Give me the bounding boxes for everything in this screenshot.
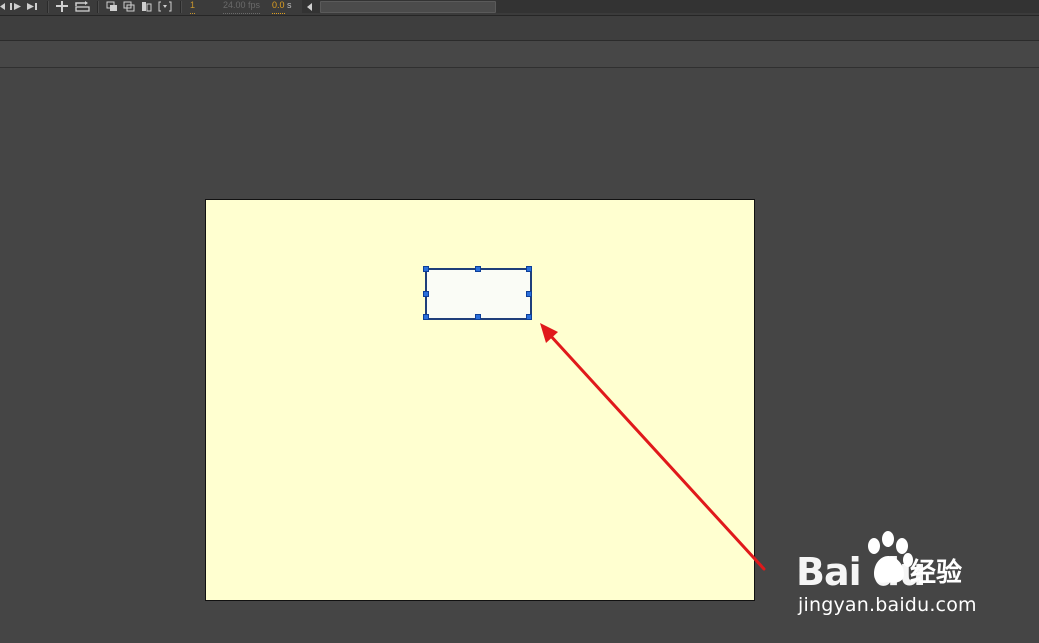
selection-handle[interactable] (423, 266, 429, 272)
scroll-left-icon[interactable] (302, 0, 318, 13)
toolbar-separator (180, 1, 182, 13)
onion-skin-icon[interactable] (106, 0, 119, 13)
onion-skin-outlines-icon[interactable] (123, 0, 136, 13)
modify-onion-markers-icon[interactable] (158, 0, 172, 13)
selection-handle[interactable] (475, 314, 481, 320)
frame-rate-readout[interactable]: 24.00 fps (223, 0, 261, 14)
flash-editor-window: 1 24.00 fps 0.0 s Bai du 经验 jingyan.baid… (0, 0, 1039, 643)
loop-icon[interactable] (74, 0, 91, 13)
step-back-icon[interactable] (0, 0, 6, 13)
selection-handle[interactable] (526, 266, 532, 272)
timeline-toolbar: 1 24.00 fps 0.0 s (0, 0, 1039, 16)
center-frame-icon[interactable] (55, 0, 69, 13)
selection-handle[interactable] (475, 266, 481, 272)
toolbar-separator (47, 1, 49, 13)
selection-handle[interactable] (526, 291, 532, 297)
current-frame-readout[interactable]: 1 (190, 0, 196, 14)
edit-bar (0, 16, 1039, 41)
selection-handle[interactable] (423, 291, 429, 297)
toolbar-separator (97, 1, 99, 13)
stage-header-bar (0, 41, 1039, 68)
watermark-url: jingyan.baidu.com (798, 594, 977, 616)
selection-handle[interactable] (423, 314, 429, 320)
stage-canvas[interactable] (205, 199, 755, 601)
watermark-brand-suffix: 经验 (910, 558, 963, 588)
selection-handle[interactable] (526, 314, 532, 320)
play-icon[interactable] (9, 0, 23, 13)
elapsed-time-readout[interactable]: 0.0 (272, 0, 285, 14)
edit-multiple-frames-icon[interactable] (141, 0, 153, 13)
elapsed-time-unit: s (287, 0, 292, 10)
watermark: Bai du 经验 jingyan.baidu.com (790, 528, 1020, 628)
timeline-scroll-thumb[interactable] (320, 1, 496, 13)
go-to-end-icon[interactable] (26, 0, 40, 13)
watermark-brand: Bai du (796, 550, 926, 594)
selected-rectangle-shape[interactable] (425, 268, 532, 320)
timeline-scrollbar[interactable] (302, 0, 1039, 13)
